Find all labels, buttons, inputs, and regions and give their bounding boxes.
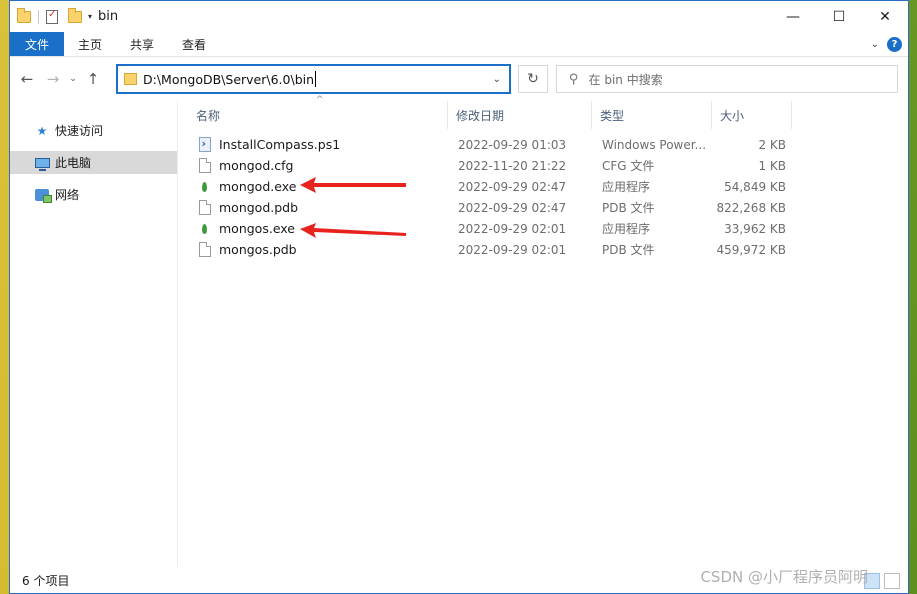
expand-ribbon-icon[interactable]: ⌄ [871, 39, 879, 50]
search-placeholder: 在 bin 中搜索 [588, 72, 663, 87]
table-row[interactable]: mongos.exe 2022-09-29 02:01 应用程序 33,962 … [188, 218, 786, 239]
address-bar[interactable]: D:\MongoDB\Server\6.0\bin ⌄ [116, 64, 511, 94]
file-name: InstallCompass.ps1 [219, 137, 341, 152]
file-date: 2022-11-20 21:22 [458, 158, 567, 173]
file-date: 2022-09-29 01:03 [458, 137, 567, 152]
file-type: PDB 文件 [602, 243, 655, 257]
file-list: InstallCompass.ps1 2022-09-29 01:03 Wind… [188, 134, 786, 260]
address-row: ← → ⌄ ↑ D:\MongoDB\Server\6.0\bin ⌄ ↻ ⚲ … [10, 57, 908, 101]
file-name: mongos.pdb [219, 242, 297, 257]
up-arrow-icon[interactable]: ↑ [80, 70, 106, 88]
explorer-window: ▾ bin — ☐ ✕ 文件 主页 共享 查看 ⌄ ? ← → ⌄ ↑ D:\M… [9, 0, 909, 594]
file-size: 2 KB [758, 137, 786, 152]
file-name: mongod.cfg [219, 158, 294, 173]
ribbon-right-controls: ⌄ ? [871, 37, 902, 52]
file-name: mongod.pdb [219, 200, 299, 215]
folder-icon [17, 7, 31, 23]
tab-view[interactable]: 查看 [168, 32, 220, 56]
tab-home[interactable]: 主页 [64, 32, 116, 56]
network-icon [34, 188, 52, 203]
tab-share[interactable]: 共享 [116, 32, 168, 56]
column-header-size[interactable]: 大小 [712, 101, 792, 129]
refresh-button[interactable]: ↻ [518, 65, 548, 93]
sidebar-item-label: 网络 [55, 188, 80, 202]
recent-locations-chevron-icon[interactable]: ⌄ [66, 74, 80, 84]
ribbon-tabs: 文件 主页 共享 查看 ⌄ ? [10, 32, 908, 57]
sidebar-item-label: 此电脑 [55, 156, 92, 170]
document-icon [198, 200, 211, 216]
file-type: Windows Power... [602, 137, 707, 152]
file-date: 2022-09-29 02:47 [458, 200, 567, 215]
view-toggle [864, 573, 900, 589]
search-input[interactable]: ⚲ 在 bin 中搜索 [556, 65, 898, 93]
sidebar-item-this-pc[interactable]: 此电脑 [10, 151, 177, 174]
table-row[interactable]: mongod.pdb 2022-09-29 02:47 PDB 文件 822,2… [188, 197, 786, 218]
file-name: mongod.exe [219, 179, 297, 194]
powershell-file-icon [198, 137, 211, 153]
refresh-icon: ↻ [527, 71, 539, 87]
toolbar-divider [38, 9, 39, 24]
file-size: 1 KB [758, 158, 786, 173]
computer-icon [34, 156, 50, 171]
annotation-arrow-mongos [300, 223, 406, 238]
annotation-arrow-mongod [300, 177, 406, 193]
customize-toolbar-icon[interactable]: ▾ [88, 12, 92, 21]
table-row[interactable]: mongod.exe 2022-09-29 02:47 应用程序 54,849 … [188, 176, 786, 197]
file-type: 应用程序 [602, 222, 651, 236]
column-header-type[interactable]: 类型 [592, 101, 712, 129]
watermark-text: CSDN @小厂程序员阿明 [700, 568, 868, 586]
table-row[interactable]: mongod.cfg 2022-11-20 21:22 CFG 文件 1 KB [188, 155, 786, 176]
file-date: 2022-09-29 02:47 [458, 179, 567, 194]
file-size: 54,849 KB [724, 179, 786, 194]
tab-file[interactable]: 文件 [10, 32, 64, 56]
address-path[interactable]: D:\MongoDB\Server\6.0\bin [143, 72, 314, 87]
column-header-name[interactable]: 名称 [188, 101, 448, 129]
column-headers: 名称 修改日期 类型 大小 [188, 101, 792, 129]
file-date: 2022-09-29 02:01 [458, 242, 567, 257]
item-count: 6 个项目 [22, 573, 70, 588]
star-icon: ★ [36, 123, 48, 138]
maximize-button[interactable]: ☐ [816, 1, 862, 32]
sidebar-item-network[interactable]: 网络 [10, 183, 177, 206]
file-type: PDB 文件 [602, 201, 655, 215]
file-type: 应用程序 [602, 180, 651, 194]
sidebar-item-label: 快速访问 [55, 124, 104, 138]
file-list-pane: ^ 名称 修改日期 类型 大小 InstallCompass.ps1 2022-… [178, 95, 908, 567]
navigation-pane: ★ 快速访问 此电脑 网络 [10, 101, 178, 567]
forward-arrow-icon[interactable]: → [40, 70, 66, 88]
mongodb-leaf-icon [198, 179, 211, 195]
window-title: bin [98, 9, 119, 24]
large-icons-view-button[interactable] [884, 573, 900, 589]
status-bar: 6 个项目 CSDN @小厂程序员阿明 [10, 567, 908, 593]
close-button[interactable]: ✕ [862, 1, 908, 32]
file-size: 822,268 KB [716, 200, 786, 215]
column-header-date[interactable]: 修改日期 [448, 101, 592, 129]
sidebar-item-quick-access[interactable]: ★ 快速访问 [10, 119, 177, 142]
table-row[interactable]: InstallCompass.ps1 2022-09-29 01:03 Wind… [188, 134, 786, 155]
help-icon[interactable]: ? [887, 37, 902, 52]
minimize-button[interactable]: — [770, 1, 816, 32]
file-size: 459,972 KB [716, 242, 786, 257]
address-dropdown-icon[interactable]: ⌄ [493, 74, 501, 85]
text-cursor [315, 71, 317, 87]
file-name: mongos.exe [219, 221, 295, 236]
properties-icon[interactable] [46, 9, 58, 24]
table-row[interactable]: mongos.pdb 2022-09-29 02:01 PDB 文件 459,9… [188, 239, 786, 260]
window-controls: — ☐ ✕ [770, 1, 908, 32]
mongodb-leaf-icon [198, 221, 211, 237]
document-icon [198, 242, 211, 258]
document-icon [198, 158, 211, 174]
file-date: 2022-09-29 02:01 [458, 221, 567, 236]
title-bar: ▾ bin — ☐ ✕ [10, 1, 908, 32]
file-type: CFG 文件 [602, 159, 655, 173]
search-icon: ⚲ [569, 71, 579, 87]
folder-icon [124, 73, 137, 85]
new-folder-icon[interactable] [68, 7, 82, 23]
quick-access-toolbar: ▾ [10, 7, 92, 24]
file-size: 33,962 KB [724, 221, 786, 236]
content-area: ★ 快速访问 此电脑 网络 ^ 名称 修改日期 类型 大小 Ins [10, 95, 908, 567]
back-arrow-icon[interactable]: ← [14, 70, 40, 88]
